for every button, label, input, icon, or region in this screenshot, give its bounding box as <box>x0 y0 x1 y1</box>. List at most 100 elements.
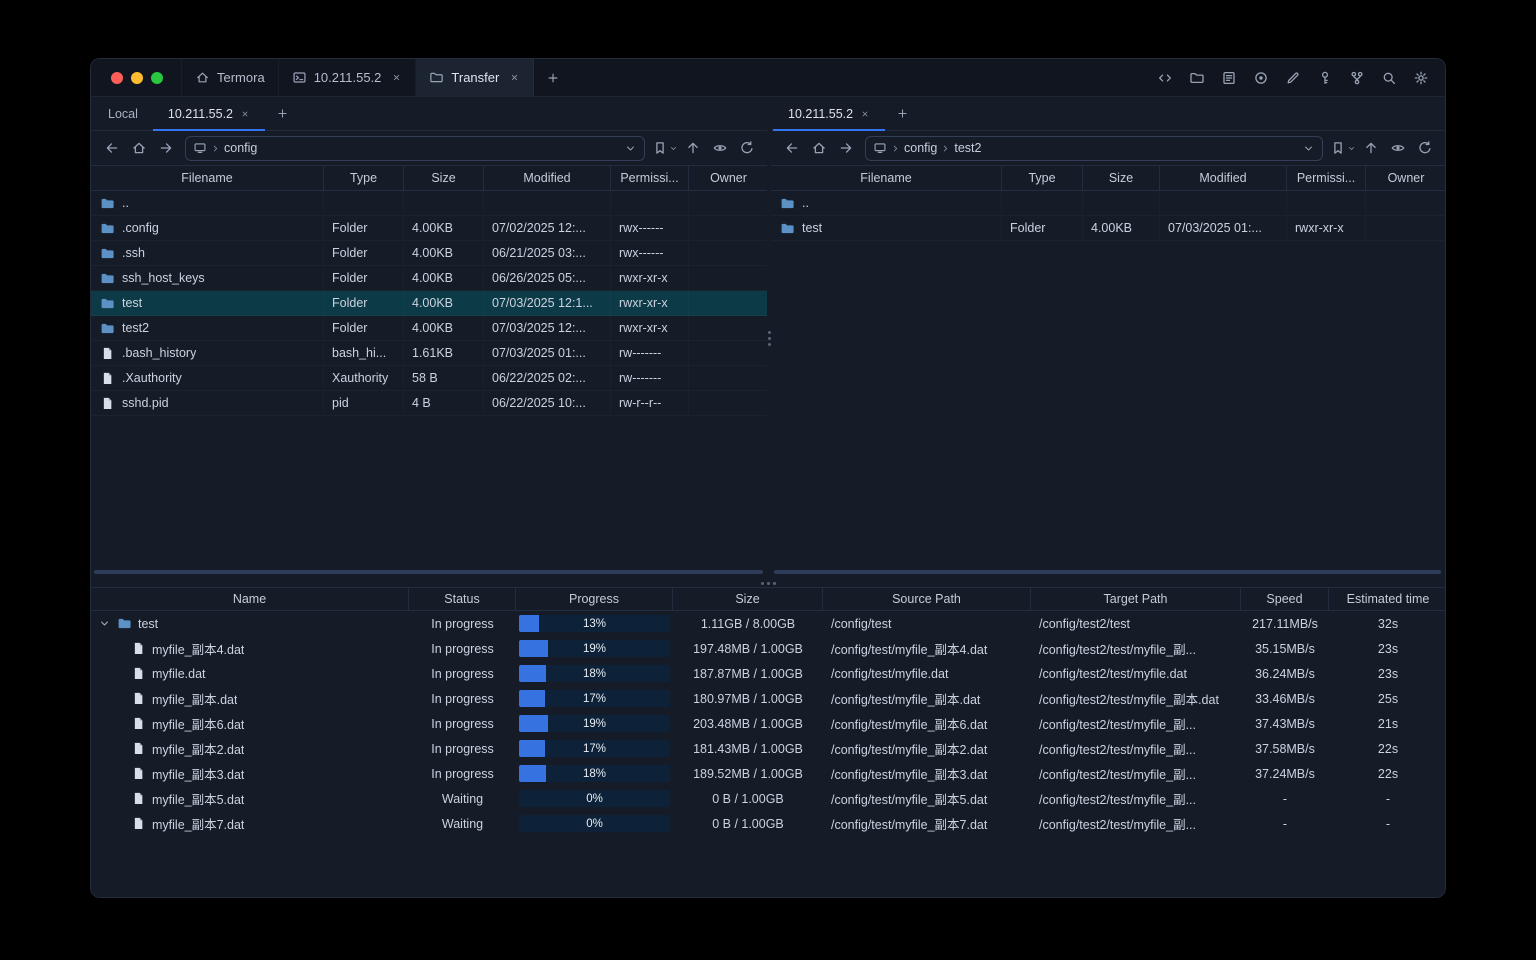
left-home-button[interactable] <box>126 136 151 160</box>
left-upload-button[interactable] <box>680 136 705 160</box>
right-horizontal-scrollbar[interactable] <box>774 570 1441 574</box>
close-icon[interactable] <box>240 109 250 119</box>
folder-fill-icon <box>118 618 131 629</box>
transfer-item-name: test <box>138 616 159 631</box>
transfer-column-header-progress[interactable]: Progress <box>516 588 673 610</box>
right-forward-button[interactable] <box>833 136 858 160</box>
column-header-modified[interactable]: Modified <box>484 166 611 190</box>
permissions-cell <box>1287 191 1366 215</box>
left-horizontal-scrollbar[interactable] <box>94 570 763 574</box>
key-button[interactable] <box>1315 68 1335 88</box>
transfer-column-header-size[interactable]: Size <box>673 588 823 610</box>
new-terminal-tab-button[interactable] <box>534 59 572 96</box>
column-header-type[interactable]: Type <box>1002 166 1083 190</box>
transfer-column-header-source-path[interactable]: Source Path <box>823 588 1031 610</box>
transfer-column-header-estimated-time[interactable]: Estimated time <box>1329 588 1445 610</box>
breadcrumb-segment[interactable]: config <box>904 141 937 155</box>
breadcrumb-segment[interactable]: test2 <box>954 141 981 155</box>
file-row-test[interactable]: test Folder 4.00KB 07/03/2025 12:1... rwxr-x… <box>91 291 767 316</box>
column-header-permissi-[interactable]: Permissi... <box>611 166 689 190</box>
transfer-column-header-target-path[interactable]: Target Path <box>1031 588 1241 610</box>
left-panel-tab-local[interactable]: Local <box>93 97 153 130</box>
close-icon[interactable] <box>391 72 402 83</box>
column-header-owner[interactable]: Owner <box>689 166 768 190</box>
column-header-filename[interactable]: Filename <box>91 166 324 190</box>
left-refresh-button[interactable] <box>734 136 759 160</box>
left-panel-tab-10-211-55-2[interactable]: 10.211.55.2 <box>152 97 266 131</box>
left-show-hidden-button[interactable] <box>707 136 732 160</box>
right-panel-new-tab-button[interactable] <box>885 97 920 130</box>
right-panel-tab-10-211-55-2[interactable]: 10.211.55.2 <box>773 97 886 131</box>
transfer-row-test[interactable]: test In progress 13% 1.11GB / 8.00GB/config… <box>91 611 1445 636</box>
transfer-row-myfile-2-dat[interactable]: myfile_副本2.dat In progress 17% 181.43MB / 1… <box>91 736 1445 761</box>
chevron-down-icon[interactable] <box>624 142 637 155</box>
left-panel-new-tab-button[interactable] <box>265 97 300 130</box>
transfer-column-header-speed[interactable]: Speed <box>1241 588 1329 610</box>
file-row-ssh-host-keys[interactable]: ssh_host_keys Folder 4.00KB 06/26/2025 05:.… <box>91 266 767 291</box>
file-fill-icon <box>134 817 143 829</box>
right-show-hidden-button[interactable] <box>1385 136 1410 160</box>
record-button[interactable] <box>1251 68 1271 88</box>
left-back-button[interactable] <box>99 136 124 160</box>
breadcrumb-segment[interactable]: config <box>224 141 257 155</box>
transfer-row-myfile-3-dat[interactable]: myfile_副本3.dat In progress 18% 189.52MB / 1… <box>91 761 1445 786</box>
transfer-row-myfile-dat[interactable]: myfile.dat In progress 18% 187.87MB / 1.00G… <box>91 661 1445 686</box>
close-icon[interactable] <box>860 109 870 119</box>
right-home-button[interactable] <box>806 136 831 160</box>
file-row--[interactable]: .. <box>91 191 767 216</box>
transfer-row-myfile-4-dat[interactable]: myfile_副本4.dat In progress 19% 197.48MB / 1… <box>91 636 1445 661</box>
titlebar-tab-transfer[interactable]: Transfer <box>416 59 535 96</box>
file-row--ssh[interactable]: .ssh Folder 4.00KB 06/21/2025 03:... rwx----… <box>91 241 767 266</box>
column-header-modified[interactable]: Modified <box>1160 166 1287 190</box>
close-window-button[interactable] <box>111 71 123 84</box>
column-header-permissi-[interactable]: Permissi... <box>1287 166 1366 190</box>
column-header-type[interactable]: Type <box>324 166 404 190</box>
branch-button[interactable] <box>1347 68 1367 88</box>
folder-button[interactable] <box>1187 68 1207 88</box>
right-bookmarks-button[interactable] <box>1330 136 1356 160</box>
file-name: ssh_host_keys <box>122 271 205 285</box>
file-row--[interactable]: .. <box>771 191 1445 216</box>
file-row--config[interactable]: .config Folder 4.00KB 07/02/2025 12:... rwx-… <box>91 216 767 241</box>
titlebar-tab-termora[interactable]: Termora <box>181 59 279 96</box>
right-back-button[interactable] <box>779 136 804 160</box>
folder-fill-icon <box>781 223 794 233</box>
column-header-filename[interactable]: Filename <box>771 166 1002 190</box>
expand-toggle[interactable] <box>98 617 111 630</box>
type-cell: Folder <box>324 266 404 290</box>
file-row-test[interactable]: test Folder 4.00KB 07/03/2025 01:... rwxr-xr… <box>771 216 1445 241</box>
search-button[interactable] <box>1379 68 1399 88</box>
column-header-size[interactable]: Size <box>1083 166 1160 190</box>
transfer-column-header-status[interactable]: Status <box>409 588 516 610</box>
titlebar-tab-10-211-55-2[interactable]: 10.211.55.2 <box>279 59 417 96</box>
type-cell: Xauthority <box>324 366 404 390</box>
right-path-bar[interactable]: config test2 <box>865 135 1323 161</box>
left-path-bar[interactable]: config <box>185 135 645 161</box>
transfer-splitter[interactable] <box>91 579 1445 587</box>
settings-button[interactable] <box>1411 68 1431 88</box>
right-refresh-button[interactable] <box>1412 136 1437 160</box>
log-button[interactable] <box>1219 68 1239 88</box>
transfer-row-myfile-dat[interactable]: myfile_副本.dat In progress 17% 180.97MB / 1.… <box>91 686 1445 711</box>
transfer-column-header-name[interactable]: Name <box>91 588 409 610</box>
speed-cell: 33.46MB/s <box>1255 691 1315 706</box>
file-row-sshd-pid[interactable]: sshd.pid pid 4 B 06/22/2025 10:... rw-r--r-- <box>91 391 767 416</box>
left-bookmarks-button[interactable] <box>652 136 678 160</box>
transfer-row-myfile-7-dat[interactable]: myfile_副本7.dat Waiting 0% 0 B / 1.00GB/conf… <box>91 811 1445 836</box>
transfer-row-myfile-5-dat[interactable]: myfile_副本5.dat Waiting 0% 0 B / 1.00GB/conf… <box>91 786 1445 811</box>
chevron-down-icon[interactable] <box>1302 142 1315 155</box>
right-upload-button[interactable] <box>1358 136 1383 160</box>
column-header-size[interactable]: Size <box>404 166 484 190</box>
settings-icon <box>1414 71 1428 84</box>
file-row--bash-history[interactable]: .bash_history bash_hi... 1.61KB 07/03/2025 … <box>91 341 767 366</box>
close-icon[interactable] <box>509 72 520 83</box>
file-row--xauthority[interactable]: .Xauthority Xauthority 58 B 06/22/2025 02:.… <box>91 366 767 391</box>
edit-button[interactable] <box>1283 68 1303 88</box>
transfer-row-myfile-6-dat[interactable]: myfile_副本6.dat In progress 19% 203.48MB / 1… <box>91 711 1445 736</box>
code-button[interactable] <box>1155 68 1175 88</box>
minimize-window-button[interactable] <box>131 71 143 84</box>
zoom-window-button[interactable] <box>151 71 163 84</box>
left-forward-button[interactable] <box>153 136 178 160</box>
column-header-owner[interactable]: Owner <box>1366 166 1445 190</box>
file-row-test2[interactable]: test2 Folder 4.00KB 07/03/2025 12:... rwxr-x… <box>91 316 767 341</box>
